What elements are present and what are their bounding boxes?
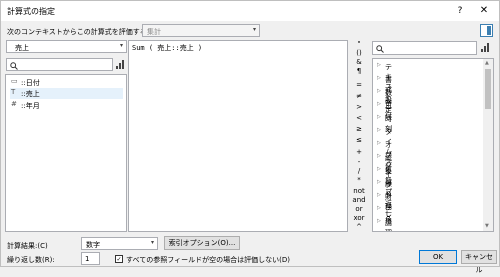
operator-and[interactable]: and [349,196,369,204]
expand-triangle-icon: ▷ [377,218,381,224]
help-button[interactable]: ? [453,4,467,18]
number-field-icon: # [11,100,17,108]
expand-triangle-icon: ▷ [377,192,381,198]
operator-not[interactable]: not [349,187,369,195]
operators-panel: " () & ¶ = ≠ > < ≥ ≤ + - / * not and or … [348,40,370,232]
expand-triangle-icon: ▷ [377,62,381,68]
expand-triangle-icon: ▷ [377,153,381,159]
table-dropdown-value: 売上 [15,44,29,52]
formula-editor[interactable]: Sum ( 売上::売上 ) [128,40,348,232]
index-options-button[interactable]: 索引オプション(O)... [164,236,240,250]
operator-equal[interactable]: = [349,81,369,89]
scroll-up-icon[interactable]: ▲ [485,60,489,66]
field-list: ▭ ::日付 T ::売上 # ::年月 [5,74,127,232]
search-icon [10,62,18,70]
operator-quote[interactable]: " [349,40,369,48]
title-bar: 計算式の指定 ? ✕ [1,1,499,21]
table-dropdown[interactable]: 売上 ▾ [6,40,127,53]
field-item[interactable]: ▭ ::日付 [10,77,123,88]
scrollbar-thumb[interactable] [485,69,491,109]
expand-triangle-icon: ▷ [377,205,381,211]
operator-pilcrow[interactable]: ¶ [349,67,369,75]
repeat-count-input[interactable]: 1 [81,252,100,265]
result-type-label: 計算結果:(C) [7,242,48,250]
operator-power[interactable]: ^ [349,223,369,231]
field-item-selected[interactable]: T ::売上 [10,88,123,99]
expand-triangle-icon: ▷ [377,75,381,81]
function-search-input[interactable] [372,41,477,55]
operator-divide[interactable]: / [349,167,369,175]
operator-parens[interactable]: () [349,49,369,57]
sort-bars-icon[interactable] [481,43,490,52]
expand-triangle-icon: ▷ [377,114,381,120]
panel-icon [487,26,491,35]
context-dropdown[interactable]: 集計 ▾ [142,24,260,37]
dialog-title: 計算式の指定 [7,7,55,16]
chevron-down-icon: ▾ [252,26,256,33]
calendar-icon: ▭ [11,77,18,85]
expand-triangle-icon: ▷ [377,101,381,107]
operator-plus[interactable]: + [349,148,369,156]
chevron-down-icon: ▾ [119,42,123,49]
scroll-down-icon[interactable]: ▼ [485,223,489,229]
field-label: ::日付 [21,79,40,87]
function-category-list: ▷ テキスト ▷ 書式設定 ▷ 数字 ▷ 日付 ▷ 時刻 ▷ タイムスタンプ ▷ オブジェクト… [372,58,494,232]
operator-minus[interactable]: - [349,158,369,166]
repeat-count-value: 1 [85,255,90,263]
context-value: 集計 [147,28,161,36]
formula-text: Sum ( 売上::売上 ) [132,44,203,52]
expand-triangle-icon: ▷ [377,166,381,172]
operator-greater-equal[interactable]: ≥ [349,125,369,133]
operator-or[interactable]: or [349,205,369,213]
cancel-button[interactable]: キャンセル [461,250,497,274]
category-scrollbar[interactable]: ▲ ▼ [483,59,493,231]
field-label: ::年月 [21,102,40,110]
operator-xor[interactable]: xor [349,214,369,222]
close-button[interactable]: ✕ [477,4,491,18]
field-label: ::売上 [21,90,40,98]
chevron-down-icon: ▾ [150,239,154,246]
result-type-value: 数字 [86,241,100,249]
ok-button[interactable]: OK [419,250,457,264]
operator-less-equal[interactable]: ≤ [349,136,369,144]
repeat-count-label: 繰り返し数(R): [7,256,55,264]
field-search-input[interactable] [6,58,113,71]
context-label: 次のコンテキストからこの計算式を評価する(E): [7,28,160,36]
expand-triangle-icon: ▷ [377,140,381,146]
skip-empty-label: すべての参照フィールドが空の場合は評価しない(D) [126,256,290,264]
result-type-dropdown[interactable]: 数字 ▾ [81,237,158,250]
skip-empty-checkbox[interactable]: ✓ [115,255,123,263]
operator-not-equal[interactable]: ≠ [349,92,369,100]
panel-toggle-button[interactable] [480,24,493,37]
expand-triangle-icon: ▷ [377,127,381,133]
field-item[interactable]: # ::年月 [10,100,123,111]
operator-less[interactable]: < [349,114,369,122]
text-field-icon: T [11,88,16,96]
operator-ampersand[interactable]: & [349,58,369,66]
search-icon [376,45,384,53]
operator-multiply[interactable]: * [349,176,369,184]
sort-bars-icon[interactable] [116,60,125,69]
expand-triangle-icon: ▷ [377,179,381,185]
expand-triangle-icon: ▷ [377,88,381,94]
formula-dialog: 計算式の指定 ? ✕ 次のコンテキストからこの計算式を評価する(E): 集計 ▾… [0,0,500,274]
operator-greater[interactable]: > [349,103,369,111]
